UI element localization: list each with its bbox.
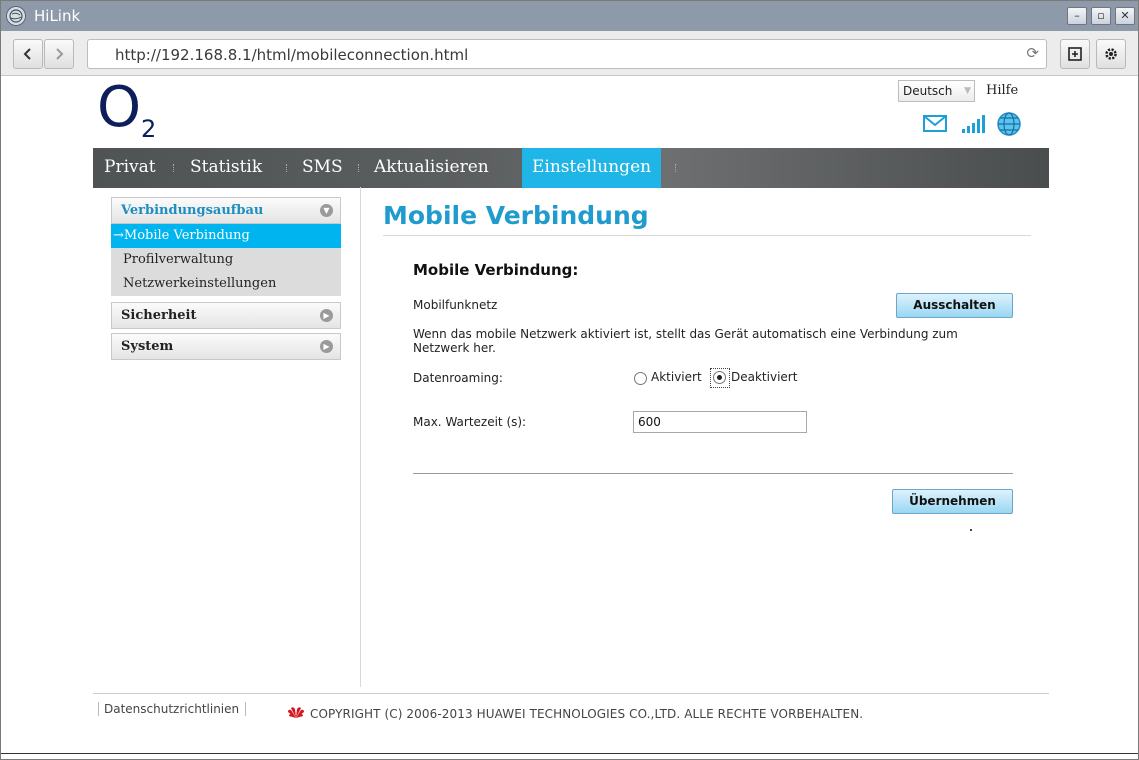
sidebar-group-sicherheit[interactable]: Sicherheit ▶	[111, 302, 341, 329]
roaming-enabled-label[interactable]: Aktiviert	[651, 370, 702, 384]
sidebar-group-system[interactable]: System ▶	[111, 333, 341, 360]
tab-statistik[interactable]: Statistik	[180, 148, 272, 188]
address-bar[interactable]: http://192.168.8.1/html/mobileconnection…	[87, 39, 1047, 69]
max-wait-label: Max. Wartezeit (s):	[413, 415, 527, 429]
tab-aktualisieren[interactable]: Aktualisieren	[364, 148, 499, 188]
chevron-down-icon: ▼	[320, 204, 333, 217]
forward-button[interactable]	[44, 39, 74, 69]
divider	[93, 693, 1049, 694]
bookmark-button[interactable]	[1060, 39, 1090, 69]
chevron-right-icon	[56, 48, 64, 60]
divider	[383, 235, 1031, 236]
browser-window: HiLink – ▫ ✕ http://192.168.8.1/html/mob…	[0, 0, 1139, 760]
minimize-button[interactable]: –	[1067, 7, 1087, 25]
roaming-disabled-label[interactable]: Deaktiviert	[731, 370, 797, 384]
help-link[interactable]: Hilfe	[986, 83, 1018, 98]
section-title: Mobile Verbindung:	[413, 261, 579, 279]
signal-strength-icon	[962, 115, 985, 133]
chevron-right-icon: ▶	[320, 309, 333, 322]
sidebar-item-netzwerkeinstellungen[interactable]: Netzwerkeinstellungen	[111, 272, 341, 296]
tab-einstellungen[interactable]: Einstellungen	[522, 148, 662, 188]
sidebar-item-mobile-verbindung[interactable]: →Mobile Verbindung	[111, 224, 341, 248]
sidebar: Verbindungsaufbau ▼ →Mobile Verbindung P…	[111, 197, 341, 360]
roaming-disabled-radio[interactable]	[713, 371, 726, 384]
language-select[interactable]: Deutsch ▼	[898, 80, 975, 102]
divider	[360, 187, 361, 687]
web-page: O 2 Deutsch ▼ Hilfe Privat Statistik SMS…	[1, 75, 1138, 755]
o2-logo: O 2	[97, 75, 157, 143]
app-globe-icon	[6, 6, 26, 26]
window-title: HiLink	[34, 7, 81, 25]
sidebar-group-verbindungsaufbau[interactable]: Verbindungsaufbau ▼	[111, 197, 341, 224]
page-title: Mobile Verbindung	[383, 201, 649, 230]
chevron-down-icon: ▼	[964, 86, 971, 96]
huawei-logo-icon	[288, 707, 304, 718]
globe-icon	[997, 112, 1021, 136]
gear-icon	[1105, 48, 1117, 60]
mail-icon[interactable]	[923, 115, 947, 132]
tab-privat[interactable]: Privat	[94, 148, 166, 188]
apply-button[interactable]: Übernehmen	[892, 489, 1013, 514]
browser-toolbar: http://192.168.8.1/html/mobileconnection…	[1, 31, 1138, 76]
divider	[413, 473, 1013, 474]
privacy-link[interactable]: Datenschutzrichtlinien	[98, 702, 247, 716]
roaming-enabled-radio[interactable]	[634, 372, 647, 385]
roaming-label: Datenroaming:	[413, 371, 503, 385]
description-text: Wenn das mobile Netzwerk aktiviert ist, …	[413, 327, 958, 355]
sidebar-item-profilverwaltung[interactable]: Profilverwaltung	[111, 248, 341, 272]
bookmark-add-icon	[1068, 47, 1082, 61]
toggle-mobile-network-button[interactable]: Ausschalten	[896, 293, 1013, 318]
reload-icon[interactable]: ⟳	[1026, 44, 1039, 62]
chevron-right-icon: ▶	[320, 340, 333, 353]
url-text: http://192.168.8.1/html/mobileconnection…	[115, 46, 469, 64]
back-button[interactable]	[13, 39, 43, 69]
settings-button[interactable]	[1096, 39, 1126, 69]
copyright-text: COPYRIGHT (C) 2006-2013 HUAWEI TECHNOLOG…	[310, 707, 864, 721]
close-button[interactable]: ✕	[1115, 7, 1135, 25]
tab-sms[interactable]: SMS	[292, 148, 353, 188]
status-icons	[921, 111, 1031, 137]
max-wait-input[interactable]	[633, 411, 807, 433]
sidebar-submenu: →Mobile Verbindung Profilverwaltung Netz…	[111, 224, 341, 296]
mobile-network-label: Mobilfunknetz	[413, 298, 498, 312]
chevron-left-icon	[23, 48, 31, 60]
main-navigation: Privat Statistik SMS Aktualisieren Einst…	[93, 148, 1049, 188]
title-bar: HiLink – ▫ ✕	[1, 1, 1138, 31]
maximize-button[interactable]: ▫	[1091, 7, 1111, 25]
